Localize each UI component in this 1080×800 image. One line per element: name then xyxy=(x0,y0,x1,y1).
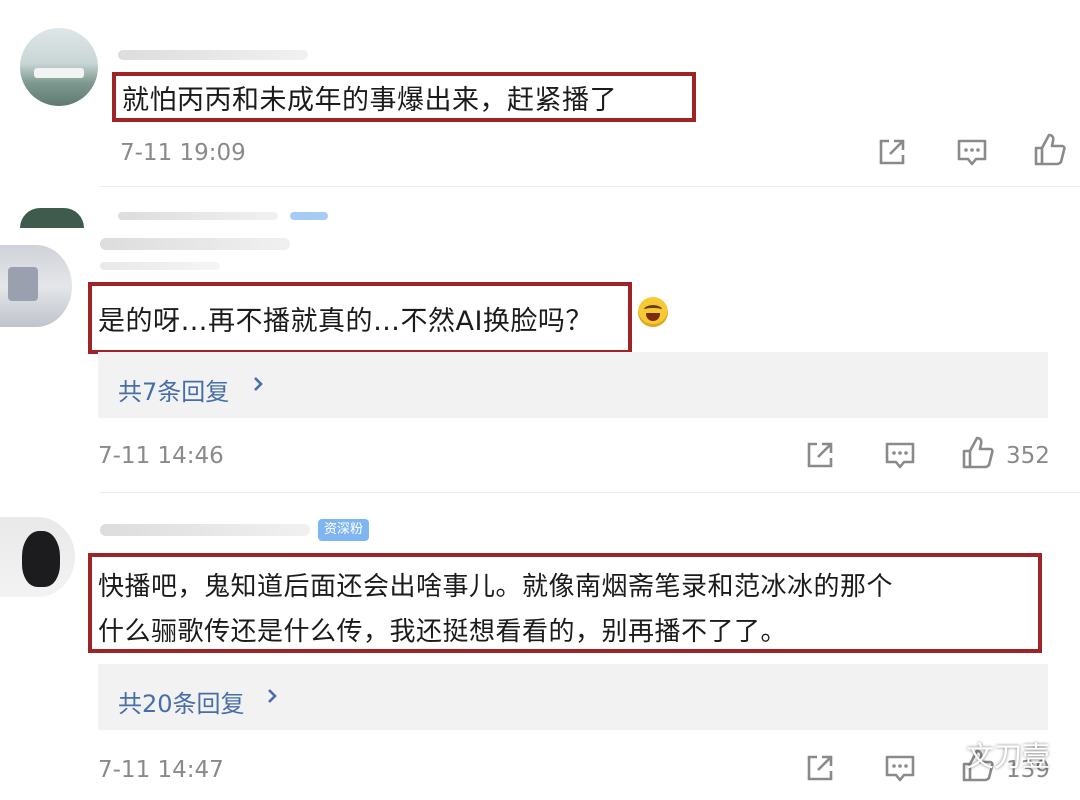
chevron-right-icon[interactable] xyxy=(262,682,282,710)
divider xyxy=(100,186,1080,187)
thumbs-up-icon[interactable] xyxy=(958,433,998,473)
share-icon[interactable] xyxy=(800,435,840,475)
view-replies-link[interactable]: 共20条回复 xyxy=(118,684,245,719)
avatar xyxy=(20,208,84,228)
chevron-right-icon[interactable] xyxy=(248,370,268,398)
badge-blurred xyxy=(290,212,328,220)
username-blurred xyxy=(100,262,220,270)
username-blurred[interactable] xyxy=(118,50,308,60)
divider xyxy=(100,492,1080,493)
comment-icon[interactable] xyxy=(880,748,920,788)
username-blurred xyxy=(118,212,278,220)
comment-text-line-1: 快播吧，鬼知道后面还会出啥事儿。就像南烟斋笔录和范冰冰的那个 xyxy=(98,572,894,602)
laughing-emoji-icon xyxy=(638,297,668,327)
avatar[interactable] xyxy=(0,245,72,327)
comment-timestamp: 7-11 14:46 xyxy=(98,443,224,469)
fan-badge: 资深粉 xyxy=(318,519,370,541)
avatar[interactable] xyxy=(20,28,98,106)
share-icon[interactable] xyxy=(800,748,840,788)
username-blurred[interactable] xyxy=(100,524,310,536)
view-replies-link[interactable]: 共7条回复 xyxy=(118,372,229,407)
avatar[interactable] xyxy=(0,517,75,597)
replies-panel[interactable] xyxy=(98,352,1048,418)
watermark: 文刀壹 xyxy=(966,740,1051,773)
comment-text-line-2: 什么骊歌传还是什么传，我还挺想看看的，别再播不了了。 xyxy=(98,617,788,647)
share-icon[interactable] xyxy=(872,132,912,172)
like-count: 352 xyxy=(1006,443,1050,469)
thumbs-up-icon[interactable] xyxy=(1030,130,1070,170)
comment-text: 就怕丙丙和未成年的事爆出来，赶紧播了 xyxy=(122,85,617,116)
comment-icon[interactable] xyxy=(880,435,920,475)
comment-text: 是的呀…再不播就真的…不然AI换脸吗？ xyxy=(98,306,593,337)
wechat-logo-icon xyxy=(924,738,960,768)
username-blurred[interactable] xyxy=(100,238,290,250)
comment-timestamp: 7-11 19:09 xyxy=(120,140,246,166)
comment-timestamp: 7-11 14:47 xyxy=(98,757,224,783)
comment-icon[interactable] xyxy=(952,132,992,172)
